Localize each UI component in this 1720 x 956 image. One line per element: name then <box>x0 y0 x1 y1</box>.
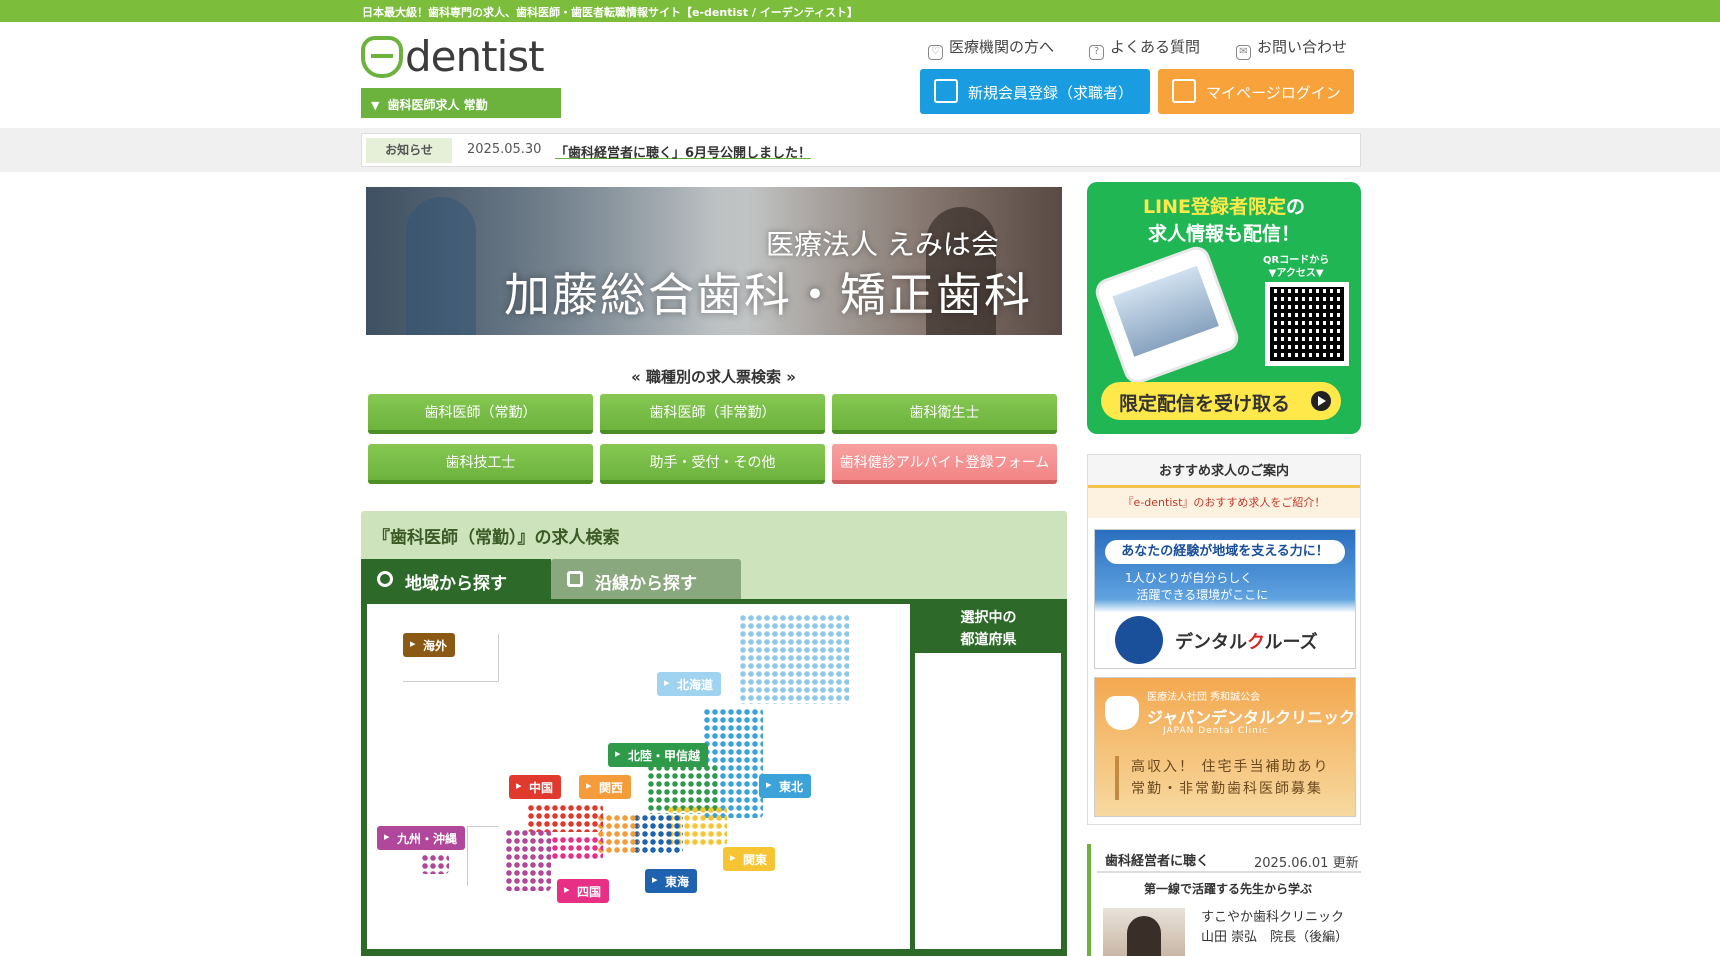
site-logo[interactable]: dentist <box>361 32 561 82</box>
register-button[interactable]: 新規会員登録（求職者） <box>920 69 1150 114</box>
region-hokuriku[interactable]: 北陸・甲信越 <box>608 743 709 767</box>
job-type-label: 歯科医師求人 常勤 <box>387 98 488 112</box>
edit-icon <box>934 79 958 103</box>
login-button[interactable]: マイページログイン <box>1158 69 1354 114</box>
job-button-dentist-part[interactable]: 歯科医師（非常勤） <box>600 394 825 434</box>
job-button-checkup-form[interactable]: 歯科健診アルバイト登録フォーム <box>832 444 1057 484</box>
line-cta-label: 限定配信を受け取る <box>1119 393 1291 415</box>
region-chugoku[interactable]: 中国 <box>509 775 562 799</box>
tab-region[interactable]: 地域から探す <box>361 559 551 599</box>
top-banner: 日本最大級！歯科専門の求人、歯科医師・歯医者転職情報サイト【e-dentist … <box>0 0 1720 22</box>
tab-label: 沿線から探す <box>595 574 697 594</box>
region-search-panel: 『歯科医師（常勤）』の求人検索 地域から探す 沿線から探す 海外 北海道 東北 … <box>361 511 1067 956</box>
mail-icon: ✉ <box>1236 45 1251 60</box>
login-label: マイページログイン <box>1206 84 1341 102</box>
hero-title: 加藤総合歯科・矯正歯科 <box>504 268 1032 322</box>
job-button-technician[interactable]: 歯科技工士 <box>368 444 593 484</box>
selected-prefectures-list <box>915 653 1061 949</box>
news-bar: お知らせ 2025.05.30 「歯科経営者に聴く」6月号公開しました！ <box>361 133 1361 167</box>
site-tagline: 日本最大級！歯科専門の求人、歯科医師・歯医者転職情報サイト【e-dentist … <box>362 6 859 19</box>
search-panel-title: 『歯科医師（常勤）』の求人検索 <box>373 528 620 548</box>
ship-logo-icon <box>1115 616 1163 664</box>
logo-e-tooth-icon <box>361 36 403 78</box>
location-pin-icon <box>377 571 393 587</box>
management-interview: 歯科経営者に聴く 2025.06.01 更新 第一線で活躍する先生から学ぶ すこ… <box>1087 844 1361 956</box>
interviewee-photo[interactable] <box>1103 908 1185 956</box>
line-cta-button[interactable]: 限定配信を受け取る <box>1101 382 1341 420</box>
link-label: 医療機関の方へ <box>949 38 1055 56</box>
dropdown-triangle-icon: ▼ <box>371 99 380 112</box>
interview-subtitle: 第一線で活躍する先生から学ぶ <box>1143 882 1312 896</box>
ad2-english-name: JAPAN Dental Clinic <box>1163 726 1269 736</box>
map-tokai[interactable] <box>633 814 683 854</box>
region-tokai[interactable]: 東海 <box>645 869 698 893</box>
interviewee-info[interactable]: すこやか歯科クリニック 山田 崇弘 院長（後編） <box>1201 908 1348 948</box>
train-icon <box>567 571 583 587</box>
job-type-dropdown[interactable]: ▼ 歯科医師求人 常勤 <box>361 88 561 118</box>
news-link[interactable]: 「歯科経営者に聴く」6月号公開しました！ <box>555 142 811 161</box>
qr-code <box>1265 282 1349 366</box>
ad-japan-dental-clinic[interactable]: 医療法人社団 秀和誠公会 ジャパンデンタルクリニック JAPAN Dental … <box>1094 677 1356 817</box>
link-contact[interactable]: ✉ お問い合わせ <box>1236 36 1348 60</box>
region-hokkaido[interactable]: 北海道 <box>657 672 722 696</box>
logo-text: dentist <box>405 32 545 81</box>
recommended-subtitle: 『e-dentist』のおすすめ求人をご紹介！ <box>1088 488 1360 518</box>
region-shikoku[interactable]: 四国 <box>557 879 610 903</box>
tooth-icon: ♡ <box>928 45 943 60</box>
hero-banner[interactable]: 医療法人 えみは会 加藤総合歯科・矯正歯科 <box>366 187 1062 335</box>
tab-train-line[interactable]: 沿線から探す <box>551 559 741 599</box>
job-search-heading: « 職種別の求人票検索 » <box>631 368 796 386</box>
region-kyushu-okinawa[interactable]: 九州・沖縄 <box>377 826 466 850</box>
link-label: よくある質問 <box>1110 38 1201 56</box>
login-door-icon <box>1172 79 1196 103</box>
register-label: 新規会員登録（求職者） <box>968 84 1134 102</box>
job-button-hygienist[interactable]: 歯科衛生士 <box>832 394 1057 434</box>
ad-dental-cruise[interactable]: あなたの経験が地域を支える力に！ 1人ひとりが自分らしく 活躍できる環境がここに… <box>1094 529 1356 669</box>
ad2-clinic-name: ジャパンデンタルクリニック <box>1147 708 1356 727</box>
line-banner-line2: 求人情報も配信！ <box>1147 223 1300 245</box>
recommended-title: おすすめ求人のご案内 <box>1088 455 1360 488</box>
ad2-message: 高収入！ 住宅手当補助あり 常勤・非常勤歯科医師募集 <box>1115 756 1329 800</box>
phone-illustration <box>1091 242 1243 388</box>
map-chugoku[interactable] <box>527 804 603 832</box>
region-tohoku[interactable]: 東北 <box>759 774 812 798</box>
ad1-subtext: 1人ひとりが自分らしく 活躍できる環境がここに <box>1125 571 1269 602</box>
tooth-mascot-icon <box>1105 696 1139 730</box>
link-faq[interactable]: ? よくある質問 <box>1089 36 1201 60</box>
news-label: お知らせ <box>366 138 452 163</box>
hero-subtitle: 医療法人 えみは会 <box>766 228 999 261</box>
ad1-clinic-name: デンタルクルーズ <box>1175 632 1318 653</box>
link-for-clinics[interactable]: ♡ 医療機関の方へ <box>928 36 1055 60</box>
map-kansai[interactable] <box>597 814 639 854</box>
japan-map: 海外 北海道 東北 北陸・甲信越 関東 東海 関西 中国 四国 九州・沖縄 <box>367 604 910 949</box>
map-shikoku[interactable] <box>551 836 603 860</box>
news-date: 2025.05.30 <box>467 142 542 157</box>
interview-title: 歯科経営者に聴く <box>1105 854 1210 869</box>
job-button-assistant[interactable]: 助手・受付・その他 <box>600 444 825 484</box>
tab-label: 地域から探す <box>405 574 507 594</box>
job-button-dentist-full[interactable]: 歯科医師（常勤） <box>368 394 593 434</box>
recommended-jobs: おすすめ求人のご案内 『e-dentist』のおすすめ求人をご紹介！ あなたの経… <box>1087 454 1361 825</box>
ad1-headline: あなたの経験が地域を支える力に！ <box>1105 540 1345 564</box>
qr-label: QRコードから ▼アクセス▼ <box>1263 255 1330 279</box>
map-okinawa[interactable] <box>421 854 449 874</box>
line-banner-particle: の <box>1286 196 1306 218</box>
question-icon: ? <box>1089 45 1104 60</box>
ad2-corporation: 医療法人社団 秀和誠公会 <box>1147 692 1261 703</box>
map-hokkaido[interactable] <box>739 614 849 704</box>
line-registration-banner[interactable]: LINE登録者限定の 求人情報も配信！ QRコードから ▼アクセス▼ 限定配信を… <box>1087 182 1361 434</box>
region-kansai[interactable]: 関西 <box>579 775 632 799</box>
line-banner-line1: LINE登録者限定 <box>1142 196 1287 218</box>
selected-prefectures-header: 選択中の 都道府県 <box>960 610 1017 648</box>
region-kanto[interactable]: 関東 <box>723 847 776 871</box>
map-frame: 海外 北海道 東北 北陸・甲信越 関東 東海 関西 中国 四国 九州・沖縄 選択… <box>361 599 1067 956</box>
interview-updated-date: 2025.06.01 更新 <box>1254 856 1359 871</box>
map-kyushu[interactable] <box>505 829 551 891</box>
region-overseas[interactable]: 海外 <box>403 633 456 657</box>
play-arrow-icon <box>1311 391 1331 411</box>
link-label: お問い合わせ <box>1257 38 1348 56</box>
